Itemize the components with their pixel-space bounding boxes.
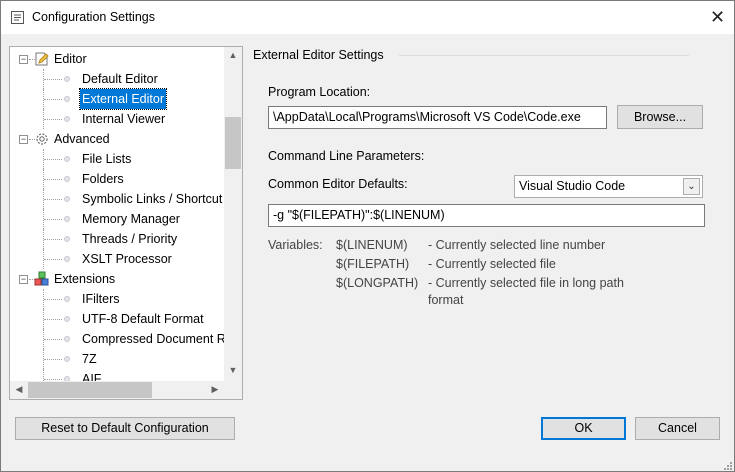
close-icon: ✕ bbox=[709, 7, 726, 27]
resize-grip-icon[interactable] bbox=[723, 461, 733, 471]
tree-item-label: Advanced bbox=[54, 132, 110, 146]
variable-desc-longpath-continued: format bbox=[428, 293, 464, 307]
tree-item[interactable]: Internal Viewer bbox=[10, 109, 224, 129]
window-title: Configuration Settings bbox=[32, 10, 155, 24]
tree-item[interactable]: Memory Manager bbox=[10, 209, 224, 229]
settings-tree[interactable]: − Editor Default Editor External Editor Inte… bbox=[9, 46, 243, 400]
tree-items: − Editor Default Editor External Editor Inte… bbox=[10, 47, 224, 381]
collapse-icon[interactable]: − bbox=[19, 135, 28, 144]
scroll-right-arrow-icon[interactable]: ▶ bbox=[206, 384, 224, 395]
bullet-icon bbox=[64, 196, 70, 202]
collapse-icon[interactable]: − bbox=[19, 55, 28, 64]
tree-item-label: AIF bbox=[82, 372, 102, 381]
tree-item-label: Symbolic Links / Shortcut bbox=[82, 192, 223, 206]
browse-button[interactable]: Browse... bbox=[617, 105, 703, 129]
bullet-icon bbox=[64, 236, 70, 242]
bullet-icon bbox=[64, 336, 70, 342]
title-bar: Configuration Settings ✕ bbox=[1, 1, 734, 34]
chevron-down-icon[interactable]: ⌄ bbox=[683, 178, 700, 195]
cancel-button[interactable]: Cancel bbox=[635, 417, 720, 440]
configuration-settings-window: Configuration Settings ✕ − Editor Default … bbox=[0, 0, 735, 472]
bullet-icon bbox=[64, 216, 70, 222]
bullet-icon bbox=[64, 156, 70, 162]
tree-vertical-scrollbar[interactable]: ▲ ▼ bbox=[224, 47, 242, 381]
tree-item[interactable]: Threads / Priority bbox=[10, 229, 224, 249]
tree-item[interactable]: UTF-8 Default Format bbox=[10, 309, 224, 329]
pencil-page-icon bbox=[34, 51, 50, 67]
tree-group-advanced[interactable]: − Advanced bbox=[10, 129, 224, 149]
section-divider bbox=[399, 55, 689, 56]
tree-item-label: Threads / Priority bbox=[82, 232, 178, 246]
tree-horizontal-scrollbar[interactable]: ◀ ▶ bbox=[10, 381, 224, 399]
tree-item[interactable]: Default Editor bbox=[10, 69, 224, 89]
bullet-icon bbox=[64, 316, 70, 322]
tree-item-label: Default Editor bbox=[82, 72, 158, 86]
tree-item-label: Compressed Document R bbox=[82, 332, 224, 346]
section-title: External Editor Settings bbox=[253, 48, 384, 62]
ok-button[interactable]: OK bbox=[541, 417, 626, 440]
tree-item-label: Extensions bbox=[54, 272, 116, 286]
scrollbar-corner bbox=[224, 381, 242, 399]
tree-item-label: Editor bbox=[54, 52, 87, 66]
vertical-scroll-thumb[interactable] bbox=[225, 117, 241, 169]
tree-item[interactable]: Symbolic Links / Shortcut bbox=[10, 189, 224, 209]
variable-desc-filepath: - Currently selected file bbox=[428, 257, 556, 271]
tree-item-label: XSLT Processor bbox=[82, 252, 172, 266]
scroll-down-arrow-icon[interactable]: ▼ bbox=[224, 365, 242, 375]
tree-item-label: IFilters bbox=[82, 292, 120, 306]
bullet-icon bbox=[64, 256, 70, 262]
bullet-icon bbox=[64, 176, 70, 182]
tree-group-extensions[interactable]: − Extensions bbox=[10, 269, 224, 289]
common-editor-defaults-label: Common Editor Defaults: bbox=[268, 177, 408, 191]
tree-item[interactable]: 7Z bbox=[10, 349, 224, 369]
bullet-icon bbox=[64, 96, 70, 102]
common-editor-defaults-select[interactable]: Visual Studio Code ⌄ bbox=[514, 175, 703, 198]
close-button[interactable]: ✕ bbox=[701, 3, 734, 32]
gear-icon bbox=[34, 131, 50, 147]
tree-item[interactable]: IFilters bbox=[10, 289, 224, 309]
tree-item[interactable]: File Lists bbox=[10, 149, 224, 169]
tree-item-label: Folders bbox=[82, 172, 124, 186]
variable-name-linenum: $(LINENUM) bbox=[336, 238, 408, 252]
blocks-icon bbox=[34, 271, 50, 287]
scroll-left-arrow-icon[interactable]: ◀ bbox=[10, 384, 28, 395]
selected-editor-value: Visual Studio Code bbox=[519, 179, 626, 193]
bullet-icon bbox=[64, 116, 70, 122]
tree-item[interactable]: Folders bbox=[10, 169, 224, 189]
scroll-up-arrow-icon[interactable]: ▲ bbox=[224, 50, 242, 60]
variable-desc-longpath: - Currently selected file in long path bbox=[428, 276, 624, 290]
tree-item-label: UTF-8 Default Format bbox=[82, 312, 204, 326]
tree-item-label: Internal Viewer bbox=[82, 112, 166, 126]
tree-item-label: Memory Manager bbox=[82, 212, 180, 226]
bullet-icon bbox=[64, 76, 70, 82]
command-line-parameters-label: Command Line Parameters: bbox=[268, 149, 425, 163]
program-location-input[interactable]: \AppData\Local\Programs\Microsoft VS Cod… bbox=[268, 106, 607, 129]
tree-group-editor[interactable]: − Editor bbox=[10, 49, 224, 69]
settings-window-icon bbox=[11, 11, 24, 24]
tree-item[interactable]: External Editor bbox=[10, 88, 224, 110]
command-line-parameters-input[interactable]: -g "$(FILEPATH)":$(LINENUM) bbox=[268, 204, 705, 227]
variable-name-longpath: $(LONGPATH) bbox=[336, 276, 419, 290]
bullet-icon bbox=[64, 296, 70, 302]
variable-desc-linenum: - Currently selected line number bbox=[428, 238, 606, 252]
tree-item-label: 7Z bbox=[82, 352, 97, 366]
variable-name-filepath: $(FILEPATH) bbox=[336, 257, 410, 271]
collapse-icon[interactable]: − bbox=[19, 275, 28, 284]
tree-item-label: External Editor bbox=[79, 88, 167, 110]
reset-default-configuration-button[interactable]: Reset to Default Configuration bbox=[15, 417, 235, 440]
tree-item[interactable]: XSLT Processor bbox=[10, 249, 224, 269]
tree-item[interactable]: Compressed Document R bbox=[10, 329, 224, 349]
tree-item-label: File Lists bbox=[82, 152, 132, 166]
horizontal-scroll-thumb[interactable] bbox=[28, 382, 152, 398]
bullet-icon bbox=[64, 356, 70, 362]
variables-label: Variables: bbox=[268, 238, 323, 252]
tree-item[interactable]: AIF bbox=[10, 369, 224, 381]
program-location-label: Program Location: bbox=[268, 85, 371, 99]
